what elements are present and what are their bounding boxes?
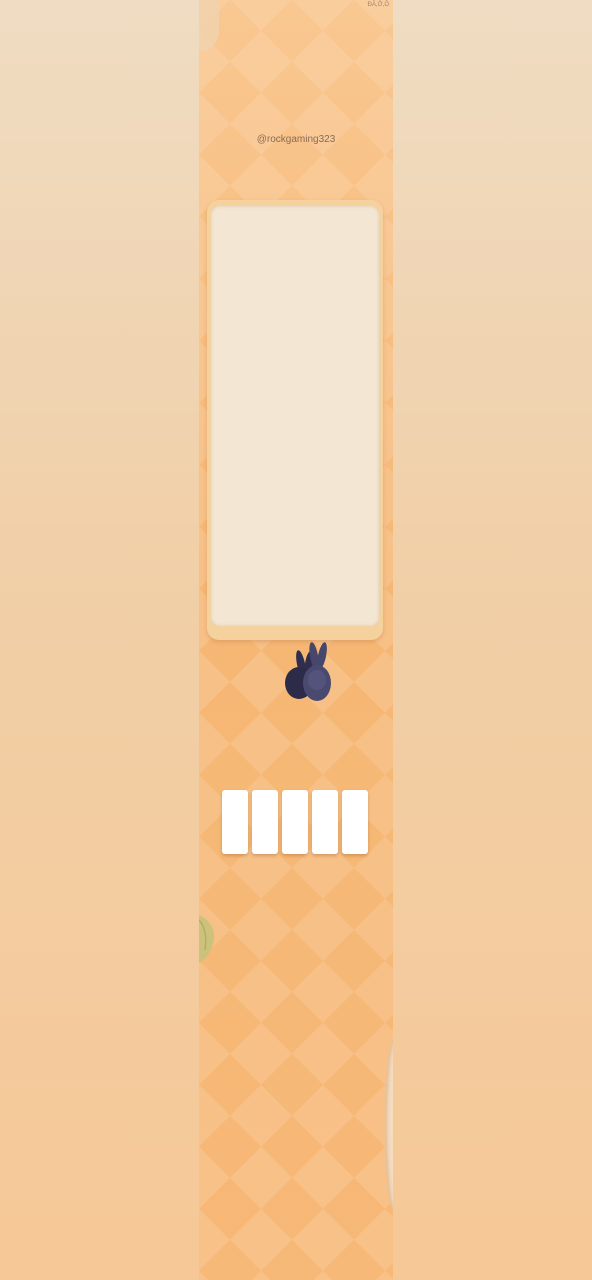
answer-slot[interactable]: [222, 790, 248, 854]
bunny-icon: [285, 642, 331, 701]
answer-slots: [222, 790, 368, 854]
drawing-canvas[interactable]: [211, 206, 379, 626]
answer-slot[interactable]: [252, 790, 278, 854]
left-blur-panel: [0, 0, 199, 1280]
answer-slot[interactable]: [312, 790, 338, 854]
answer-slot[interactable]: [282, 790, 308, 854]
leaf-icon: [199, 915, 215, 964]
corner-decoration: [199, 0, 219, 52]
answer-slot[interactable]: [342, 790, 368, 854]
plate-decoration: [385, 1040, 393, 1210]
drawing-board[interactable]: [207, 200, 383, 640]
status-bar-text: ĐĂ,Ở,Ô: [367, 2, 389, 8]
username-label: @rockgaming323: [256, 134, 336, 145]
right-blur-panel: [392, 0, 592, 1280]
game-area: ĐĂ,Ở,Ô @rockgaming323: [199, 0, 393, 1280]
